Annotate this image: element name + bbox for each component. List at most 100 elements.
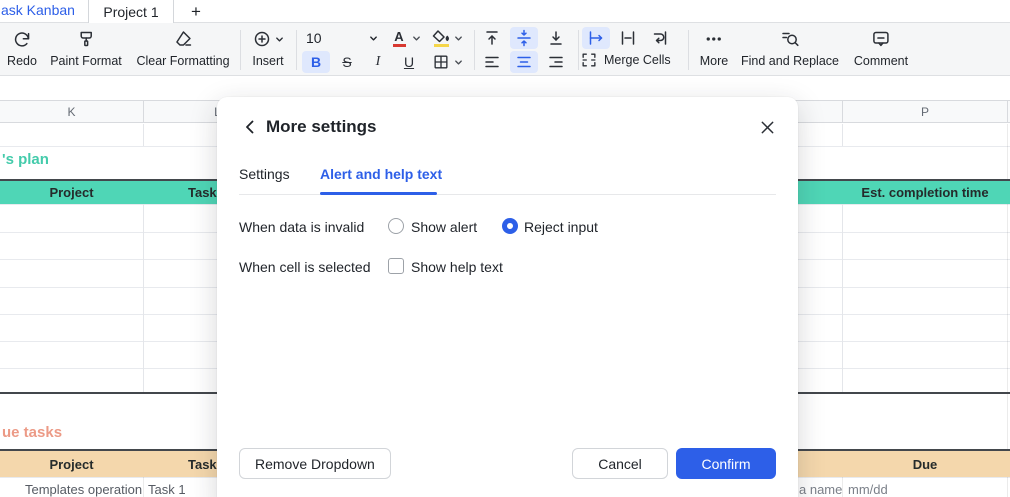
vertical-align-bottom-icon [546,28,566,48]
find-and-replace-label: Find and Replace [741,54,839,68]
paint-format-icon [76,29,96,49]
align-right-icon [546,52,566,72]
cell-task-value[interactable]: Task 1 [148,482,186,497]
vertical-align-middle-button[interactable] [510,27,538,49]
clear-formatting-button[interactable]: Clear Formatting [136,29,229,68]
column-divider [1007,101,1008,122]
chevron-down-icon[interactable] [454,34,463,43]
cell-plan-title[interactable]: 's plan [2,151,49,168]
tab-settings[interactable]: Settings [239,166,290,182]
vertical-align-top-icon [482,28,502,48]
font-size-select[interactable]: 10 [300,27,384,49]
show-alert-radio[interactable] [388,218,404,234]
cell-header-due[interactable]: Due [842,457,1008,472]
clear-formatting-icon [173,29,193,49]
strikethrough-icon: S [342,54,351,70]
italic-icon: I [376,54,381,70]
toolbar-divider [578,30,579,70]
dialog-title: More settings [266,117,377,137]
chevron-down-icon [369,34,378,43]
cell-name-value[interactable]: a name [799,482,842,497]
gridline [143,204,144,392]
vertical-align-bottom-button[interactable] [542,27,570,49]
bold-button[interactable]: B [302,51,330,73]
toolbar-divider [688,30,689,70]
column-header-p[interactable]: P [843,101,1007,122]
align-center-icon [514,52,534,72]
cell-header-task[interactable]: Task [188,185,217,200]
chevron-down-icon[interactable] [454,58,463,67]
more-button[interactable]: More [700,29,728,68]
redo-button[interactable]: Redo [7,29,37,68]
merge-cells-button[interactable]: Merge Cells [580,51,671,69]
comment-icon [871,29,891,49]
remove-dropdown-button[interactable]: Remove Dropdown [239,448,391,479]
cell-due-value[interactable]: mm/dd [848,482,888,497]
confirm-button[interactable]: Confirm [676,448,776,479]
column-header-k[interactable]: K [0,101,143,122]
find-and-replace-button[interactable]: Find and Replace [741,29,839,68]
gridline [842,124,843,146]
paint-format-label: Paint Format [50,54,122,68]
text-wrap-button[interactable] [646,27,674,49]
align-right-button[interactable] [542,51,570,73]
find-and-replace-icon [780,29,800,49]
cell-header-est-completion[interactable]: Est. completion time [842,185,1008,200]
app-window: K L P 's plan Project Task Est. comple [0,0,1010,497]
redo-label: Redo [7,54,37,68]
vertical-align-top-button[interactable] [478,27,506,49]
cell-header-project[interactable]: Project [0,185,143,200]
tab-alert-and-help-text[interactable]: Alert and help text [320,166,442,182]
add-sheet-button[interactable]: + [180,0,212,23]
insert-button[interactable]: Insert [252,29,284,68]
font-color-button[interactable]: A [385,27,413,49]
toolbar-divider [296,30,297,70]
text-clip-icon [618,28,638,48]
active-tab-indicator [320,192,437,195]
clear-formatting-label: Clear Formatting [136,54,229,68]
align-left-button[interactable] [478,51,506,73]
underline-button[interactable]: U [395,51,423,73]
cell-project-value[interactable]: Templates operation [25,482,142,497]
comment-button[interactable]: Comment [854,29,908,68]
insert-icon [252,29,272,49]
close-button[interactable] [756,116,778,138]
cancel-button[interactable]: Cancel [572,448,668,479]
show-alert-label[interactable]: Show alert [411,219,477,235]
text-overflow-button[interactable] [582,27,610,49]
show-help-text-label[interactable]: Show help text [411,259,503,275]
vertical-align-middle-icon [514,28,534,48]
insert-label: Insert [252,54,283,68]
merge-cells-label: Merge Cells [604,53,671,67]
merge-cells-icon [580,51,598,69]
chevron-down-icon [275,35,284,44]
back-button[interactable] [239,116,261,138]
sheet-tab-task-kanban[interactable]: ask Kanban [1,2,75,18]
show-help-text-checkbox[interactable] [388,258,404,274]
paint-format-button[interactable]: Paint Format [50,29,122,68]
chevron-left-icon [242,119,258,135]
cell-header-project-2[interactable]: Project [0,457,143,472]
text-clip-button[interactable] [614,27,642,49]
gridline [143,124,144,146]
fill-color-icon [432,30,450,47]
borders-button[interactable] [427,51,455,73]
chevron-down-icon[interactable] [412,34,421,43]
reject-input-radio[interactable] [502,218,518,234]
more-settings-dialog: More settings Settings Alert and help te… [217,97,798,497]
redo-icon [12,29,32,49]
bold-icon: B [311,54,321,70]
toolbar-divider [474,30,475,70]
cell-overdue-title[interactable]: ue tasks [2,424,62,441]
close-icon [760,120,775,135]
strikethrough-button[interactable]: S [333,51,361,73]
more-icon [704,29,724,49]
sheet-tab-project-1[interactable]: Project 1 [88,0,174,23]
cell-header-task-2[interactable]: Task [188,457,217,472]
align-center-button[interactable] [510,51,538,73]
italic-button[interactable]: I [364,51,392,73]
fill-color-button[interactable] [427,27,455,49]
borders-icon [432,53,450,71]
underline-icon: U [404,54,414,70]
reject-input-label[interactable]: Reject input [524,219,598,235]
